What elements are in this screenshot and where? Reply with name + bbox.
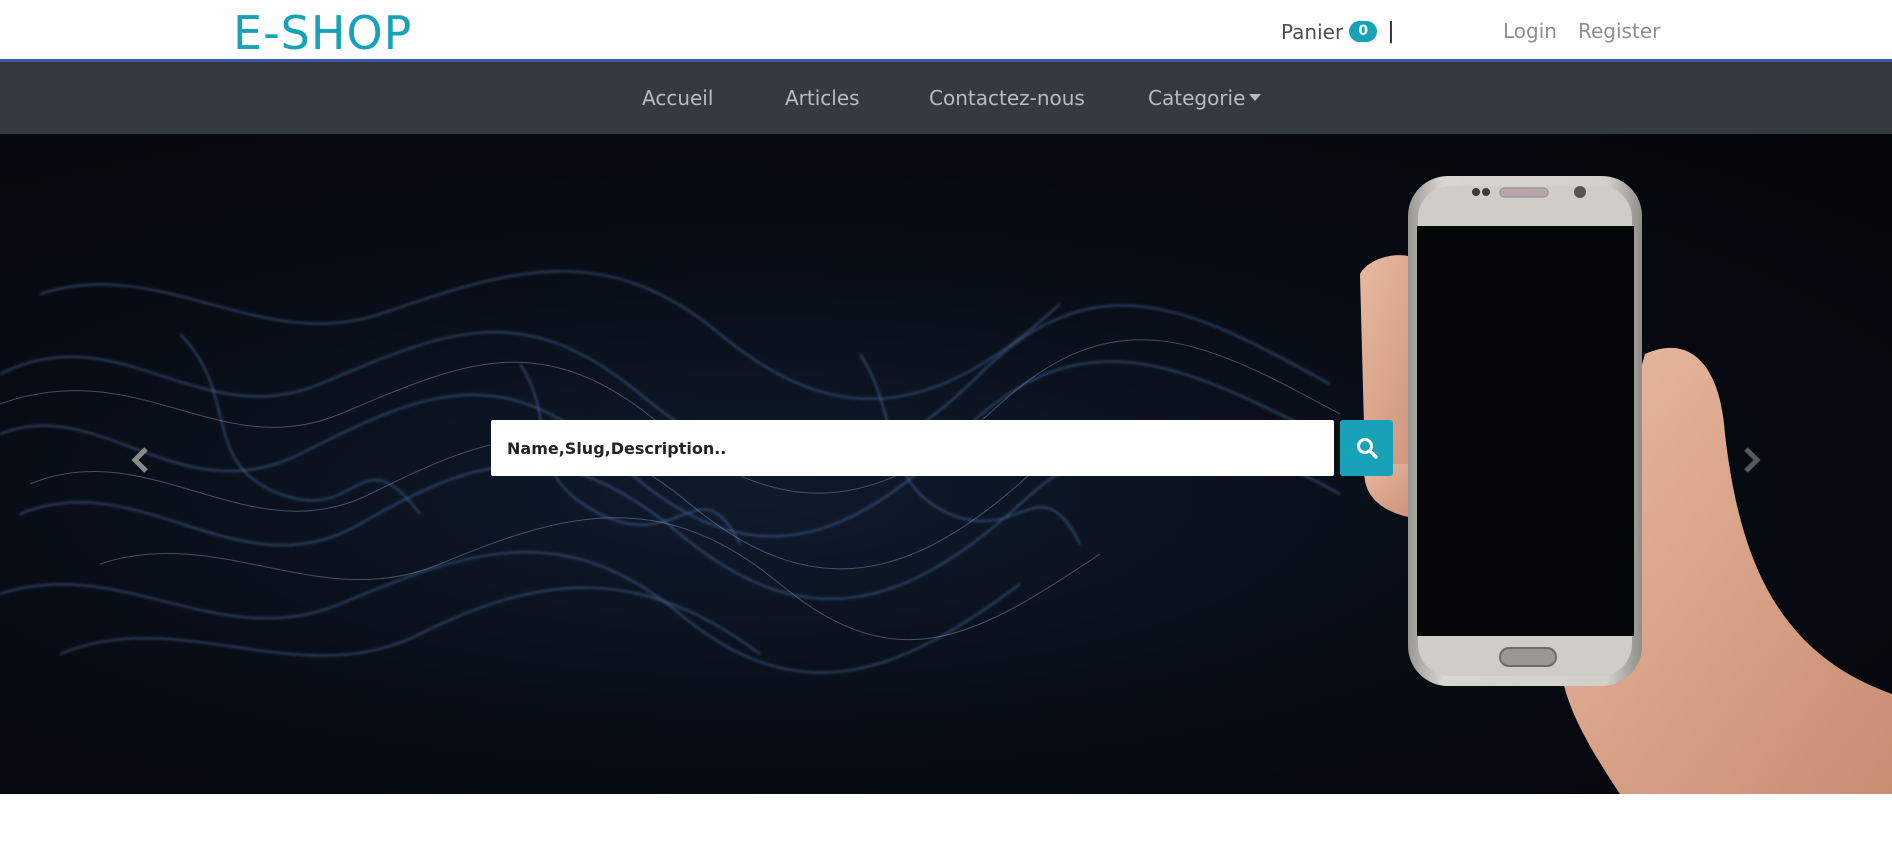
cart-link[interactable]: Panier 0 | — [1281, 19, 1395, 44]
cart-count-badge: 0 — [1349, 21, 1378, 42]
search-input[interactable] — [491, 420, 1334, 476]
nav-item-articles[interactable]: Articles — [785, 86, 860, 110]
hero-carousel — [0, 134, 1892, 794]
carousel-prev-icon[interactable] — [130, 446, 150, 478]
nav-item-categorie-dropdown[interactable]: Categorie — [1148, 86, 1262, 110]
carousel-next-icon[interactable] — [1742, 446, 1762, 478]
register-link[interactable]: Register — [1578, 19, 1660, 43]
nav-item-accueil[interactable]: Accueil — [642, 86, 713, 110]
nav-item-contactez-nous[interactable]: Contactez-nous — [929, 86, 1085, 110]
login-link[interactable]: Login — [1503, 19, 1557, 43]
top-header: E-SHOP Panier 0 | Login Register — [0, 0, 1892, 62]
caret-down-icon — [1249, 94, 1262, 101]
main-navbar: Accueil Articles Contactez-nous Categori… — [0, 62, 1892, 134]
search-icon — [1356, 438, 1378, 459]
search-button[interactable] — [1340, 420, 1393, 476]
brand-logo[interactable]: E-SHOP — [233, 6, 412, 60]
cart-label: Panier — [1281, 19, 1344, 44]
header-separator: | — [1387, 19, 1395, 44]
nav-item-categorie-label: Categorie — [1148, 86, 1246, 110]
phone-shape — [1408, 176, 1642, 686]
